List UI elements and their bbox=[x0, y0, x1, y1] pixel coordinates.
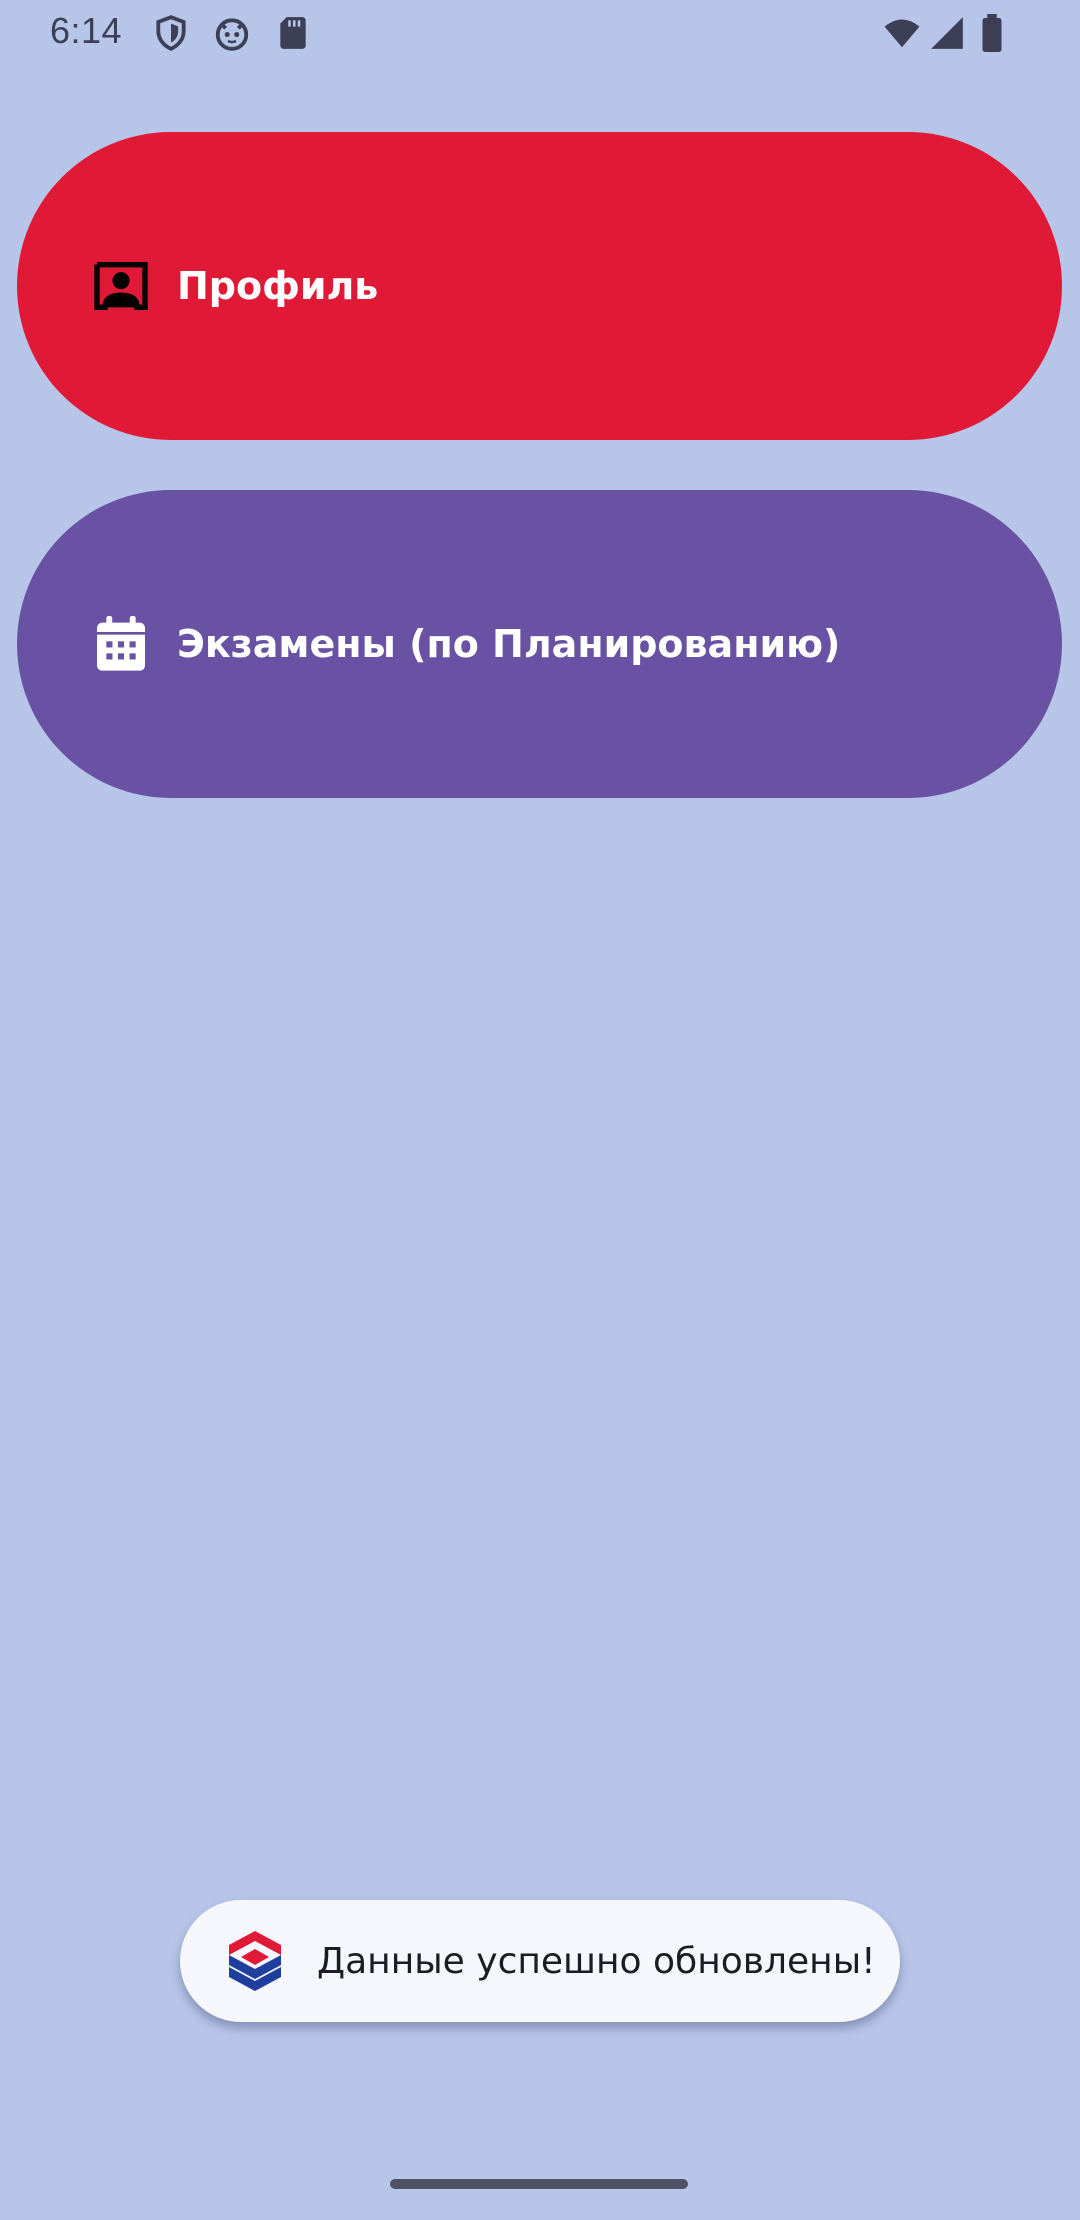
status-bar: 6:14 bbox=[0, 0, 1080, 66]
battery-icon bbox=[978, 14, 1006, 52]
profile-label: Профиль bbox=[177, 264, 379, 308]
toast-message: Данные успешно обновлены! bbox=[317, 1940, 876, 1982]
home-gesture-bar[interactable] bbox=[390, 2179, 688, 2189]
status-time: 6:14 bbox=[50, 10, 123, 51]
signal-icon bbox=[928, 14, 966, 52]
cat-face-icon bbox=[213, 14, 251, 52]
profile-button[interactable]: Профиль bbox=[17, 132, 1062, 440]
wifi-icon bbox=[880, 14, 924, 52]
sd-card-icon bbox=[274, 14, 312, 52]
exams-button[interactable]: Экзамены (по Планированию) bbox=[17, 490, 1062, 798]
shield-icon bbox=[152, 14, 190, 52]
toast-notification: Данные успешно обновлены! bbox=[180, 1900, 900, 2022]
exams-label: Экзамены (по Планированию) bbox=[177, 622, 841, 666]
app-logo-icon bbox=[225, 1929, 285, 1993]
calendar-icon bbox=[87, 610, 155, 678]
profile-card-icon bbox=[87, 252, 155, 320]
